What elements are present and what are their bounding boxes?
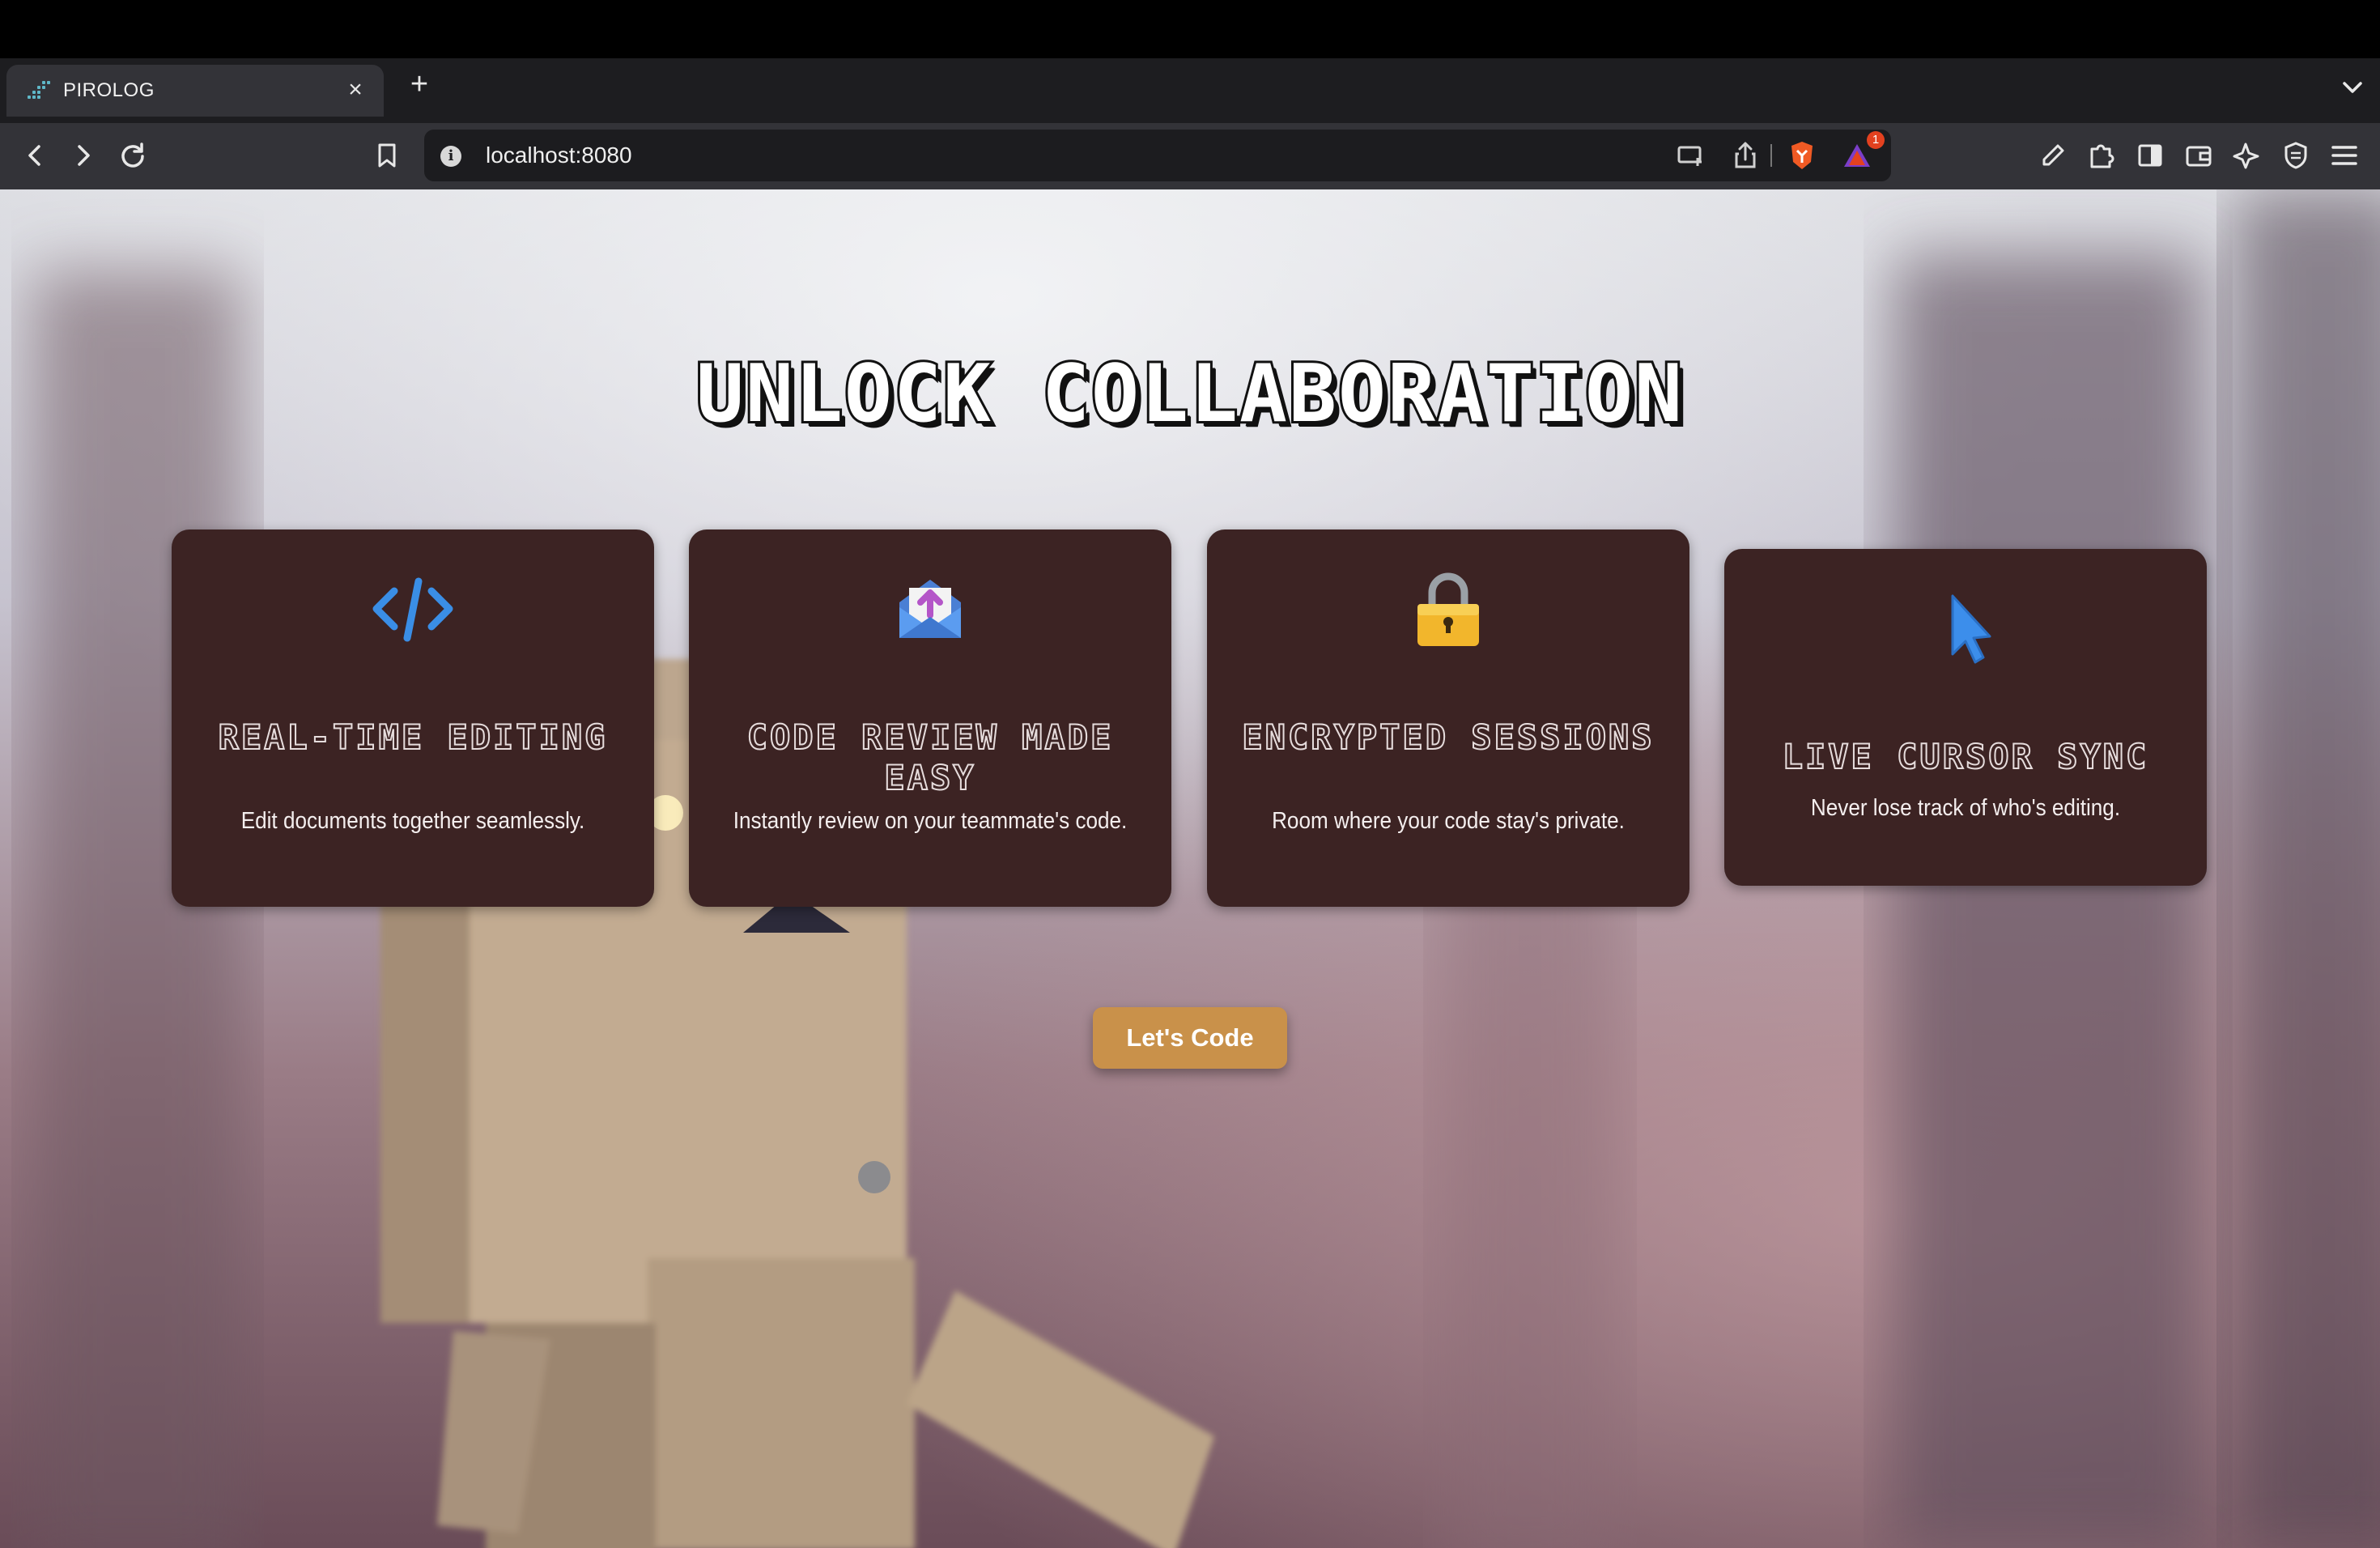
new-tab-button[interactable]: + [403, 68, 436, 100]
menu-hamburger-icon[interactable] [2327, 138, 2362, 173]
vpn-shield-icon[interactable] [2278, 138, 2314, 173]
feature-card-code-review: CODE REVIEW MADE EASY Instantly review o… [689, 529, 1171, 907]
share-icon[interactable] [1728, 138, 1763, 173]
page-viewport: UNLOCK COLLABORATION REAL-TIME EDITING E… [0, 189, 2380, 1548]
hero-title: UNLOCK COLLABORATION [694, 346, 1685, 443]
tab-title: PIROLOG [63, 79, 155, 101]
feature-title: ENCRYPTED SESSIONS [1241, 717, 1655, 758]
envelope-icon [689, 568, 1171, 649]
window-titlebar [0, 0, 2380, 58]
feature-title: REAL-TIME EDITING [218, 717, 608, 758]
url-text[interactable]: localhost:8080 [486, 142, 632, 168]
sidebar-toggle-icon[interactable] [2132, 138, 2168, 173]
feature-card-encrypted-sessions: ENCRYPTED SESSIONS Room where your code … [1207, 529, 1689, 907]
feature-title: CODE REVIEW MADE EASY [746, 717, 1114, 798]
brave-rewards-icon[interactable]: 1 [1839, 131, 1885, 173]
tab-pirolog[interactable]: PIROLOG × [6, 65, 384, 117]
lets-code-button[interactable]: Let's Code [1093, 1007, 1287, 1069]
address-bar[interactable]: i localhost:8080 1 [424, 130, 1891, 181]
back-arrow-icon[interactable] [18, 138, 53, 173]
url-divider [1770, 144, 1772, 167]
color-picker-icon[interactable] [2035, 138, 2071, 173]
feature-card-live-cursor-sync: LIVE CURSOR SYNC Never lose track of who… [1724, 549, 2207, 886]
feature-description: Edit documents together seamlessly. [240, 808, 585, 834]
tab-list-chevron-icon[interactable] [2336, 71, 2369, 104]
feature-description: Never lose track of who's editing. [1810, 795, 2121, 821]
tab-strip: PIROLOG × [0, 58, 2380, 123]
brave-shields-icon[interactable] [1784, 138, 1820, 173]
leo-ai-icon[interactable] [2229, 138, 2265, 173]
bookmark-icon[interactable] [369, 138, 405, 173]
extensions-puzzle-icon[interactable] [2084, 138, 2119, 173]
site-favicon-icon [28, 81, 50, 100]
tab-close-icon[interactable]: × [340, 74, 371, 105]
site-info-icon[interactable]: i [440, 146, 461, 167]
lock-icon [1207, 568, 1689, 649]
wallet-icon[interactable] [2181, 138, 2216, 173]
reload-icon[interactable] [115, 138, 151, 173]
cast-icon[interactable] [1672, 138, 1708, 173]
feature-card-realtime-editing: REAL-TIME EDITING Edit documents togethe… [172, 529, 654, 907]
cursor-icon [1724, 588, 2207, 669]
code-icon [172, 568, 654, 649]
feature-title: LIVE CURSOR SYNC [1782, 736, 2149, 777]
forward-arrow-icon[interactable] [65, 138, 100, 173]
feature-description: Room where your code stay's private. [1272, 808, 1625, 834]
feature-description: Instantly review on your teammate's code… [733, 808, 1128, 834]
rewards-badge: 1 [1867, 131, 1885, 149]
